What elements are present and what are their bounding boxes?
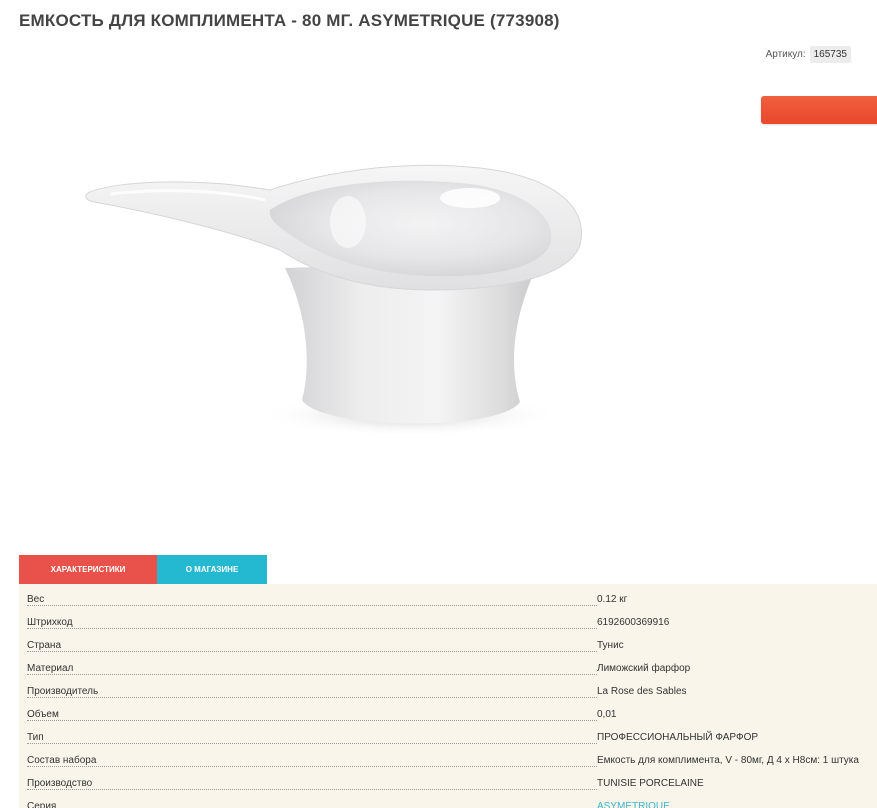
spec-name: Страна: [27, 640, 65, 651]
spec-leader-dots: [27, 766, 597, 767]
spec-value: Тунис: [597, 640, 624, 651]
spec-row: Состав набора Емкость для комплимента, V …: [19, 747, 877, 770]
spec-value: 0.12 кг: [597, 594, 628, 605]
spec-name: Серия: [27, 801, 60, 808]
spec-leader-dots: [27, 743, 597, 744]
spec-row: Объем 0,01: [19, 701, 877, 724]
spec-row: Материал Лиможский фарфор: [19, 655, 877, 678]
sku-label: Артикул:: [765, 49, 806, 60]
product-page: ЕМКОСТЬ ДЛЯ КОМПЛИМЕНТА - 80 МГ. ASYMETR…: [0, 0, 877, 808]
spec-leader-dots: [27, 720, 597, 721]
spec-leader-dots: [27, 789, 597, 790]
spec-name: Тип: [27, 732, 47, 743]
spec-value: 0,01: [597, 709, 617, 720]
spec-row: Штрихкод 6192600369916: [19, 609, 877, 632]
specs-panel: Вес 0.12 кг Штрихкод 6192600369916 Страна Тун…: [19, 584, 877, 808]
product-image: [85, 164, 582, 437]
spec-value-link[interactable]: ASYMETRIQUE: [597, 801, 670, 808]
spec-row: Производство TUNISIE PORCELAINE: [19, 770, 877, 793]
spec-value: 6192600369916: [597, 617, 670, 628]
page-title: ЕМКОСТЬ ДЛЯ КОМПЛИМЕНТА - 80 МГ. ASYMETR…: [19, 11, 560, 30]
spec-name: Материал: [27, 663, 77, 674]
spec-value: Емкость для комплимента, V - 80мг, Д 4 x…: [597, 755, 859, 766]
spec-row: Серия ASYMETRIQUE: [19, 793, 877, 808]
spec-value: TUNISIE PORCELAINE: [597, 778, 704, 789]
tab-about-store[interactable]: О МАГАЗИНЕ: [157, 555, 267, 584]
spec-name: Вес: [27, 594, 48, 605]
spec-row: Вес 0.12 кг: [19, 586, 877, 609]
sku-block: Артикул: 165735: [766, 46, 851, 63]
spec-value: La Rose des Sables: [597, 686, 687, 697]
spec-value: ПРОФЕССИОНАЛЬНЫЙ ФАРФОР: [597, 732, 759, 743]
sku-value: 165735: [809, 46, 851, 63]
spec-name: Производство: [27, 778, 96, 789]
spec-leader-dots: [27, 697, 597, 698]
spec-row: Страна Тунис: [19, 632, 877, 655]
spec-name: Объем: [27, 709, 62, 720]
add-to-cart-button[interactable]: [761, 96, 877, 124]
spec-row: Тип ПРОФЕССИОНАЛЬНЫЙ ФАРФОР: [19, 724, 877, 747]
spec-value: Лиможский фарфор: [597, 663, 691, 674]
spec-leader-dots: [27, 605, 597, 606]
tab-characteristics[interactable]: ХАРАКТЕРИСТИКИ: [19, 555, 157, 584]
spec-leader-dots: [27, 651, 597, 652]
spec-leader-dots: [27, 628, 597, 629]
product-tabs: ХАРАКТЕРИСТИКИ О МАГАЗИНЕ: [19, 555, 267, 584]
spec-name: Штрихкод: [27, 617, 76, 628]
spec-name: Производитель: [27, 686, 102, 697]
spec-row: Производитель La Rose des Sables: [19, 678, 877, 701]
spec-name: Состав набора: [27, 755, 100, 766]
spec-leader-dots: [27, 674, 597, 675]
